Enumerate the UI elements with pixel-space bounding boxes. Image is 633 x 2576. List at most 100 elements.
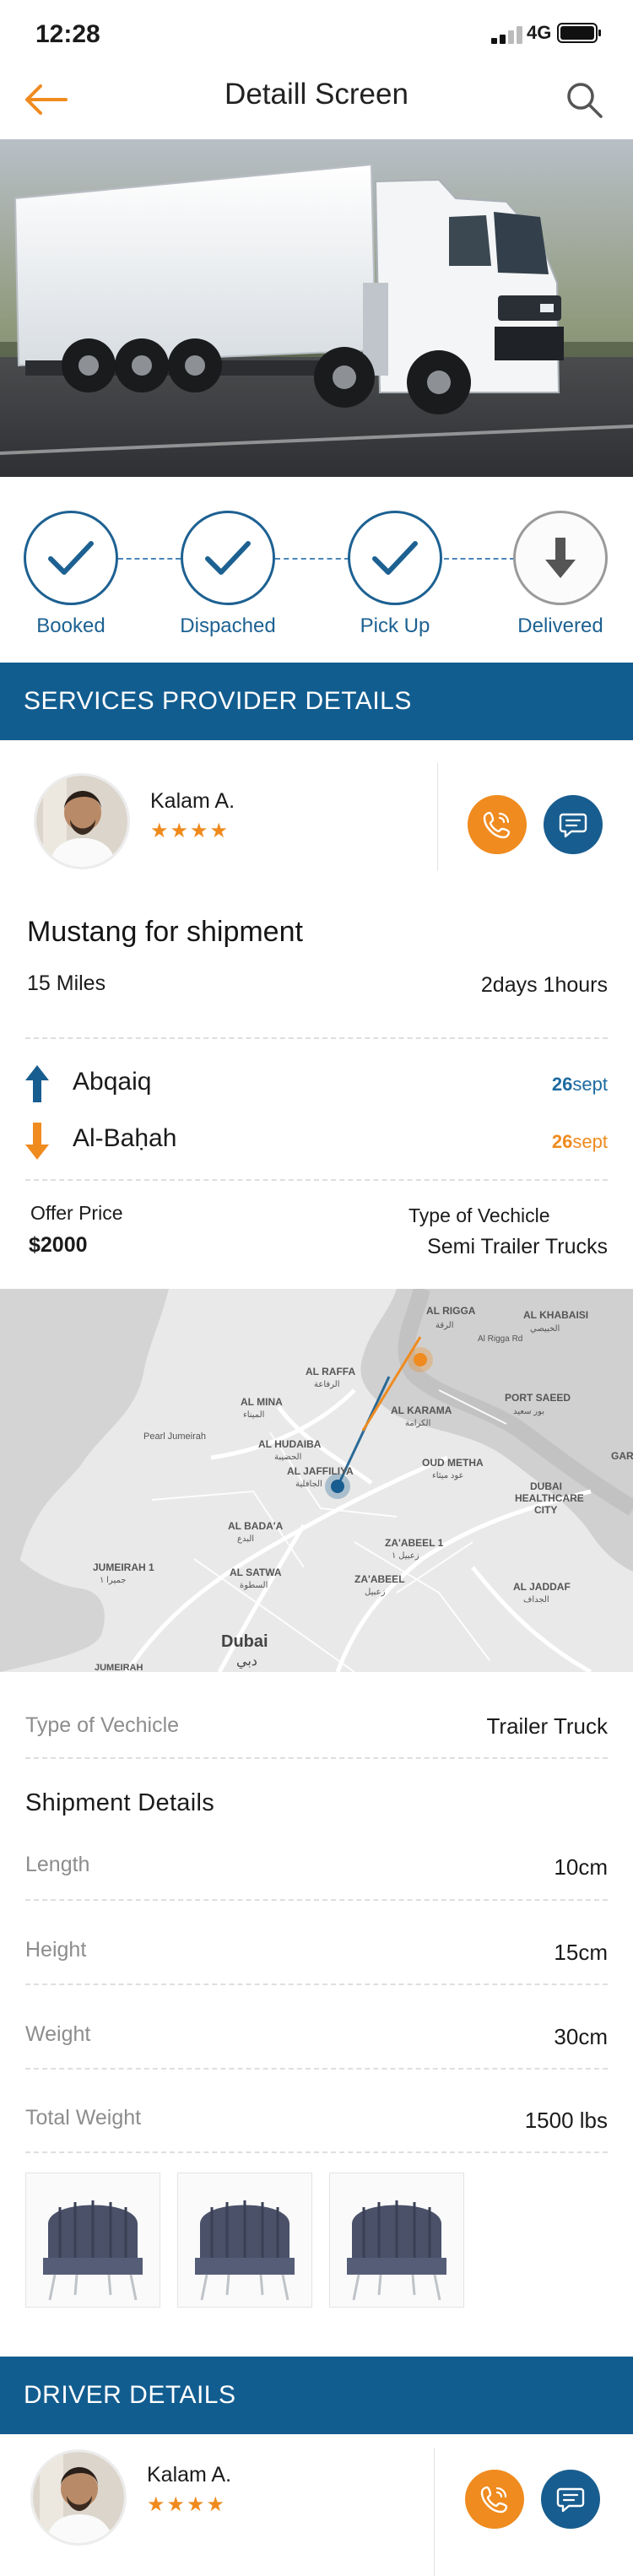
detail-value-total-weight: 1500 lbs xyxy=(524,2108,608,2133)
map-label: البدع xyxy=(237,1534,254,1544)
chat-button[interactable] xyxy=(544,795,603,854)
origin-city: Abqaiq xyxy=(73,1068,152,1096)
map-label: الرفاعة xyxy=(314,1380,340,1389)
detail-value-height: 15cm xyxy=(554,1940,608,1965)
map-label: ZA'ABEEL xyxy=(354,1573,405,1585)
armchair-image xyxy=(195,2200,295,2301)
map-label: زعبيل xyxy=(365,1588,386,1597)
duration-value: 2days 1hours xyxy=(480,973,608,997)
driver-call-button[interactable] xyxy=(465,2470,524,2529)
step-connector xyxy=(275,558,349,560)
map-label: OUD METHA xyxy=(422,1457,484,1469)
call-button[interactable] xyxy=(468,795,527,854)
check-icon xyxy=(372,541,418,575)
map-label: دبي xyxy=(236,1654,257,1669)
step-label: Dispached xyxy=(180,614,276,637)
map-label: AL JAFFILIYA xyxy=(287,1465,354,1477)
map-label: PORT SAEED xyxy=(505,1392,571,1404)
chat-icon xyxy=(559,813,587,838)
divider xyxy=(25,1179,608,1181)
phone-icon xyxy=(480,2486,508,2514)
detail-label-total-weight: Total Weight xyxy=(25,2106,142,2130)
map-label: GAR xyxy=(611,1450,633,1462)
step-delivered xyxy=(513,511,608,605)
arrow-up-icon xyxy=(25,1065,49,1102)
map-label: AL JADDAF xyxy=(513,1581,571,1593)
divider xyxy=(434,2448,435,2576)
step-connector xyxy=(444,558,515,560)
status-time: 12:28 xyxy=(35,20,100,48)
driver-rating-stars: ★★★★ xyxy=(147,2493,227,2516)
map-label: DUBAI xyxy=(530,1480,562,1492)
step-label: Booked xyxy=(36,614,106,637)
detail-label-weight: Weight xyxy=(25,2022,91,2046)
vehicle-type-label: Type of Vechicle xyxy=(408,1204,550,1226)
map-label: جميرا ١ xyxy=(100,1576,126,1585)
map-label: AL BADA'A xyxy=(228,1520,284,1532)
step-booked xyxy=(24,511,118,605)
detail-value-weight: 30cm xyxy=(554,2024,608,2049)
shipment-photo[interactable] xyxy=(329,2173,464,2308)
divider xyxy=(25,1983,608,1985)
map-label: الجافلية xyxy=(295,1480,322,1489)
search-icon[interactable] xyxy=(564,79,606,122)
origin-date: 26sept xyxy=(551,1074,608,1095)
detail-label-height: Height xyxy=(25,1938,87,1962)
map-label: السطوة xyxy=(240,1581,268,1590)
status-bar: 12:28 4G xyxy=(0,0,633,68)
map-label: AL RIGGA xyxy=(426,1305,476,1317)
map-label: Dubai xyxy=(221,1632,268,1651)
map-label: JUMEIRAH 1 xyxy=(93,1561,154,1573)
check-icon xyxy=(48,541,94,575)
shipment-title: Mustang for shipment xyxy=(27,916,303,948)
vehicle-value: Trailer Truck xyxy=(486,1713,609,1739)
map-label: زعبيل ١ xyxy=(392,1551,419,1561)
shipment-details-heading: Shipment Details xyxy=(25,1789,215,1816)
page-title: Detaill Screen xyxy=(225,78,408,111)
detail-label-length: Length xyxy=(25,1853,90,1876)
armchair-image xyxy=(43,2200,143,2301)
divider xyxy=(25,2068,608,2070)
avatar xyxy=(34,773,130,869)
driver-avatar xyxy=(30,2449,127,2546)
map-label: AL KHABAISI xyxy=(523,1309,588,1321)
map-label: AL HUDAIBA xyxy=(258,1438,322,1450)
network-type: 4G xyxy=(527,22,552,43)
divider xyxy=(25,1757,608,1759)
map-label: الحضيبة xyxy=(274,1453,301,1462)
divider xyxy=(25,1899,608,1901)
detail-value-length: 10cm xyxy=(554,1854,608,1880)
divider xyxy=(25,2151,608,2153)
chat-icon xyxy=(556,2487,585,2513)
signal-icon xyxy=(491,25,525,44)
step-label: Pick Up xyxy=(360,614,430,637)
destination-city: Al-Baḥah xyxy=(73,1124,177,1152)
map-label: الكرامة xyxy=(405,1419,430,1428)
provider-rating-stars: ★★★★ xyxy=(150,820,230,842)
provider-name: Kalam A. xyxy=(150,789,235,813)
battery-icon xyxy=(557,23,601,43)
truck-hero-image xyxy=(0,139,633,477)
map-label: CITY xyxy=(534,1504,557,1516)
map-label: AL RAFFA xyxy=(306,1366,355,1377)
step-dispatched xyxy=(181,511,275,605)
shipment-photo[interactable] xyxy=(177,2173,312,2308)
map-label: الميناء xyxy=(243,1410,264,1420)
check-icon xyxy=(205,541,251,575)
armchair-image xyxy=(347,2200,446,2301)
map-label: الجداف xyxy=(523,1595,549,1605)
map-label: AL KARAMA xyxy=(391,1404,452,1416)
map-label: AL SATWA xyxy=(230,1567,282,1578)
vehicle-label: Type of Vechicle xyxy=(25,1713,180,1737)
driver-chat-button[interactable] xyxy=(541,2470,600,2529)
step-label: Delivered xyxy=(517,614,603,637)
route-map[interactable]: AL RIGGA الرقة AL KHABAISI الخبيصي Al Ri… xyxy=(0,1289,633,1672)
map-label: AL MINA xyxy=(241,1396,283,1408)
phone-icon xyxy=(483,811,511,839)
arrow-down-icon xyxy=(25,1123,49,1160)
destination-date: 26sept xyxy=(551,1131,608,1152)
divider xyxy=(437,763,438,871)
distance-value: 15 Miles xyxy=(27,971,106,995)
shipment-photo[interactable] xyxy=(25,2173,160,2308)
map-label: Al Rigga Rd xyxy=(478,1334,522,1344)
